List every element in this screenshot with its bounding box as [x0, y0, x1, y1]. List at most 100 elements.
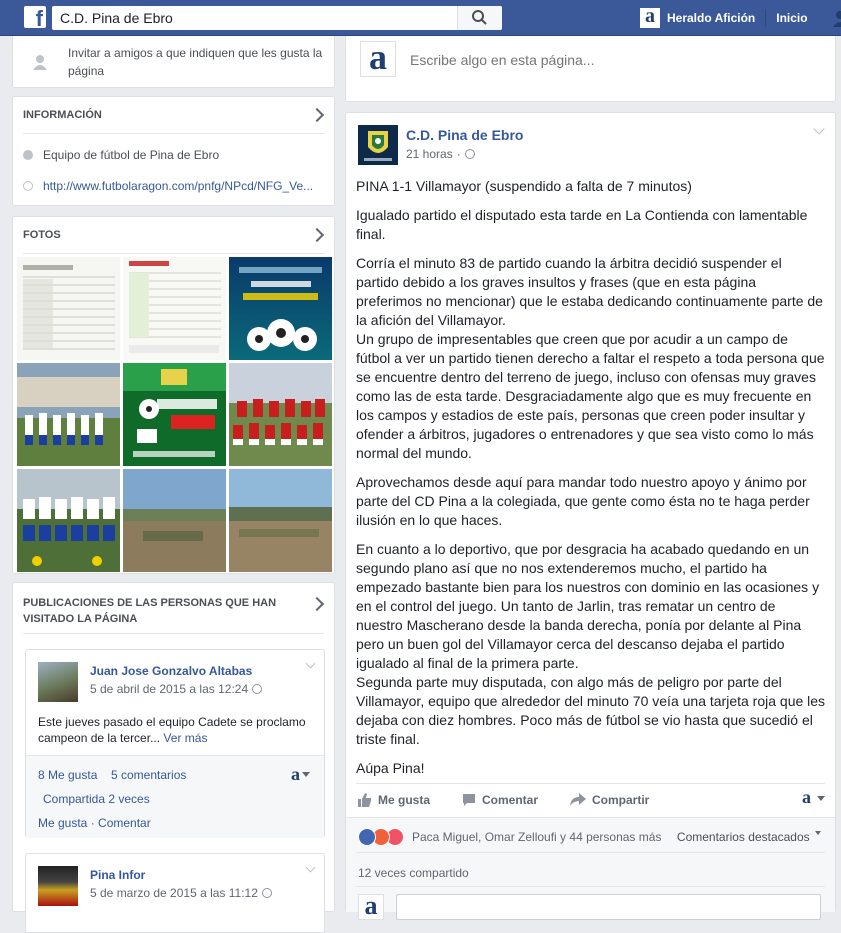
- shares-count-link[interactable]: 12 veces compartido: [358, 866, 469, 880]
- search-icon: [472, 10, 487, 25]
- page-identity-selector-icon[interactable]: a: [802, 787, 811, 808]
- info-category-row: Equipo de fútbol de Pina de Ebro: [23, 145, 324, 165]
- reactions-footer: Paca Miguel, Omar Zelloufi y 44 personas…: [346, 817, 835, 920]
- search-button[interactable]: [457, 6, 502, 30]
- comment-avatar-icon: a: [358, 893, 384, 920]
- home-link[interactable]: Inicio: [776, 11, 807, 25]
- photo-thumbnail[interactable]: [17, 469, 120, 572]
- divider: [23, 633, 324, 634]
- post-author-link[interactable]: Pina Infor: [90, 868, 145, 882]
- visitor-post: Juan Jose Gonzalvo Altabas 5 de abril de…: [25, 649, 325, 838]
- nav-divider: [765, 9, 767, 27]
- search-input[interactable]: [52, 6, 456, 30]
- standings-table-photo: [17, 257, 120, 360]
- like-reaction-icon: [358, 828, 376, 846]
- info-card: INFORMACIÓN Equipo de fútbol de Pina de …: [12, 96, 335, 206]
- post-date-row: 5 de abril de 2015 a las 12:24: [90, 682, 263, 696]
- chevron-down-icon: [815, 831, 821, 835]
- chevron-down-icon[interactable]: [302, 772, 310, 777]
- friend-requests-icon[interactable]: [832, 9, 841, 27]
- post-author-link[interactable]: Juan Jose Gonzalvo Altabas: [90, 664, 252, 678]
- pitch-photo: [229, 469, 332, 572]
- post-options-chevron-icon[interactable]: [305, 862, 316, 873]
- likes-count-link[interactable]: 8 Me gusta: [38, 768, 97, 782]
- divider: [356, 852, 825, 853]
- photo-thumbnail[interactable]: [17, 363, 120, 466]
- photos-header[interactable]: FOTOS: [23, 217, 325, 253]
- avatar[interactable]: [38, 866, 78, 906]
- composer-card: a: [345, 36, 836, 102]
- photos-card: FOTOS: [12, 216, 335, 574]
- post-date-link[interactable]: 5 de abril de 2015 a las 12:24: [90, 682, 248, 696]
- see-more-link[interactable]: Ver más: [163, 731, 207, 745]
- visitor-posts-card: PUBLICACIONES DE LAS PERSONAS QUE HAN VI…: [12, 582, 335, 933]
- photo-thumbnail[interactable]: [123, 257, 226, 360]
- post-date-link[interactable]: 5 de marzo de 2015 a las 11:12: [90, 886, 258, 900]
- composer-avatar-icon: a: [360, 39, 396, 77]
- profile-name-link[interactable]: Heraldo Afición: [667, 11, 755, 25]
- page-identity-selector-icon[interactable]: a: [291, 764, 300, 785]
- dot-separator: ·: [456, 147, 461, 161]
- invite-friends-link[interactable]: Invitar a amigos a que indiquen que les …: [68, 44, 328, 80]
- top-navigation-bar: f a Heraldo Afición Inicio: [0, 0, 841, 36]
- comment-button-label: Comentar: [482, 793, 539, 807]
- info-header[interactable]: INFORMACIÓN: [23, 97, 325, 133]
- divider: [356, 886, 825, 887]
- share-button[interactable]: Compartir: [570, 793, 649, 807]
- reactions-text[interactable]: Paca Miguel, Omar Zelloufi y 44 personas…: [412, 830, 661, 844]
- photo-thumbnail[interactable]: [123, 469, 226, 572]
- photo-thumbnail[interactable]: [229, 363, 332, 466]
- post-paragraph: PINA 1-1 Villamayor (suspendido a falta …: [356, 178, 692, 194]
- info-category-text: Equipo de fútbol de Pina de Ebro: [43, 148, 220, 162]
- reactions-summary[interactable]: Paca Miguel, Omar Zelloufi y 44 personas…: [358, 828, 661, 846]
- info-website-link[interactable]: http://www.futbolaragon.com/pnfg/NPcd/NF…: [43, 179, 313, 193]
- post-date-row: 5 de marzo de 2015 a las 11:12: [90, 886, 272, 900]
- post-meta-row: 21 horas ·: [406, 147, 475, 161]
- globe-icon: [23, 181, 33, 191]
- post-body: Este jueves pasado el equipo Cadete se p…: [38, 714, 314, 746]
- club-poster-photo: [123, 363, 226, 466]
- info-heading: INFORMACIÓN: [23, 109, 102, 121]
- composer-input[interactable]: [408, 48, 822, 72]
- shares-count-link[interactable]: Compartida 2 veces: [43, 792, 150, 806]
- comment-action-link[interactable]: Comentar: [98, 816, 151, 830]
- avatar[interactable]: [38, 662, 78, 702]
- facebook-logo-icon[interactable]: f: [24, 6, 46, 28]
- chevron-right-icon[interactable]: [309, 596, 325, 612]
- search-box: [52, 6, 502, 30]
- like-button[interactable]: Me gusta: [358, 793, 430, 807]
- top-comments-label: Comentarios destacados: [676, 830, 810, 844]
- results-table-photo: [123, 257, 226, 360]
- globe-icon: [252, 684, 263, 694]
- post-paragraph: Aprovechamos desde aquí para mandar todo…: [356, 474, 810, 528]
- photo-thumbnail[interactable]: [17, 257, 120, 360]
- info-category-icon: [23, 150, 33, 160]
- visitor-posts-header[interactable]: PUBLICACIONES DE LAS PERSONAS QUE HAN VI…: [23, 595, 312, 627]
- invite-friends-card: Invitar a amigos a que indiquen que les …: [12, 36, 335, 88]
- top-comments-dropdown[interactable]: Comentarios destacados: [677, 830, 821, 844]
- comment-input[interactable]: [396, 894, 821, 920]
- chevron-right-icon: [309, 107, 325, 123]
- post-time-link[interactable]: 21 horas: [406, 147, 453, 161]
- info-website-row: http://www.futbolaragon.com/pnfg/NPcd/NF…: [23, 176, 324, 196]
- page-name-link[interactable]: C.D. Pina de Ebro: [406, 127, 523, 143]
- like-action-link[interactable]: Me gusta: [38, 816, 87, 830]
- page-avatar[interactable]: [358, 125, 398, 165]
- chevron-down-icon[interactable]: [817, 796, 825, 801]
- divider: [23, 133, 324, 134]
- post-options-chevron-icon[interactable]: [813, 123, 825, 135]
- post-body: PINA 1-1 Villamayor (suspendido a falta …: [356, 177, 826, 788]
- team-red-kit-photo: [229, 363, 332, 466]
- invite-friends-icon: [33, 55, 47, 70]
- photo-thumbnail[interactable]: [229, 257, 332, 360]
- club-crest-icon: [358, 125, 398, 165]
- comment-button[interactable]: Comentar: [462, 793, 538, 807]
- like-button-label: Me gusta: [378, 793, 431, 807]
- profile-avatar-icon[interactable]: a: [640, 6, 660, 28]
- share-arrow-icon: [570, 793, 586, 806]
- post-options-chevron-icon[interactable]: [305, 658, 316, 669]
- comments-count-link[interactable]: 5 comentarios: [111, 768, 186, 782]
- youth-team-photo: [17, 469, 120, 572]
- photo-thumbnail[interactable]: [123, 363, 226, 466]
- photo-thumbnail[interactable]: [229, 469, 332, 572]
